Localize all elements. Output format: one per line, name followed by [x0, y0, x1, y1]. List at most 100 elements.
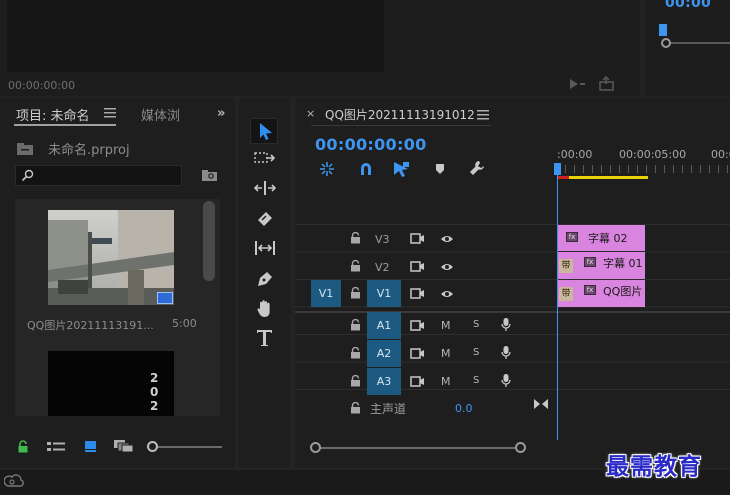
panel-menu-icon[interactable] — [104, 108, 116, 118]
slip-tool[interactable] — [253, 240, 277, 256]
source-timecode[interactable]: 00:00:00:00 — [8, 79, 75, 92]
a1-mic-icon[interactable] — [501, 317, 511, 332]
a1-solo-button[interactable]: S — [473, 319, 479, 330]
bin-area: QQ图片20211113191... 5:00 2 0 2 — [15, 199, 220, 416]
v1-sync-icon[interactable] — [410, 288, 425, 299]
a1-mute-button[interactable]: M — [441, 319, 451, 332]
lock-icon[interactable] — [17, 440, 29, 453]
search-input[interactable] — [38, 168, 178, 183]
clip-subtitle-02[interactable]: fx 字幕 02 — [557, 225, 645, 251]
freeform-view-icon[interactable] — [114, 440, 134, 453]
overwrite-icon[interactable] — [598, 76, 616, 92]
program-scroll-handle[interactable] — [661, 38, 671, 48]
tools-panel — [239, 98, 290, 468]
add-marker-icon[interactable] — [435, 163, 445, 175]
program-monitor: 00:00 — [645, 0, 730, 96]
v1-eye-icon[interactable] — [440, 289, 454, 299]
playhead-line[interactable] — [557, 175, 558, 440]
hand-tool[interactable] — [255, 299, 275, 319]
tab-media-browser[interactable]: 媒体浏 — [141, 105, 180, 124]
clip-type-icon — [157, 292, 173, 304]
track-v2-label[interactable]: V2 — [375, 261, 390, 274]
icon-view-icon[interactable] — [84, 440, 97, 453]
master-lock-icon[interactable] — [350, 402, 361, 414]
a2-sync-icon[interactable] — [410, 348, 425, 359]
a3-mute-button[interactable]: M — [441, 375, 451, 388]
a3-mic-icon[interactable] — [501, 373, 511, 388]
timeline-scrollbar[interactable] — [315, 447, 521, 449]
a3-lock-icon[interactable] — [350, 375, 361, 387]
program-timecode[interactable]: 00:00 — [665, 0, 711, 11]
a3-solo-button[interactable]: S — [473, 375, 479, 386]
v2-eye-icon[interactable] — [440, 262, 454, 272]
playhead-handle[interactable] — [554, 163, 561, 175]
track-v1-target[interactable]: V1 — [367, 280, 401, 307]
clip-thumbnail-photo[interactable] — [48, 210, 174, 305]
clip1-name: QQ图片20211113191... — [27, 319, 154, 332]
track-a2-target[interactable]: A2 — [367, 340, 401, 367]
project-panel: 项目: 未命名 媒体浏 » 未命名.prproj QQ图片20211113191… — [0, 98, 235, 468]
transition-badge[interactable]: 带 — [559, 259, 573, 273]
pen-tool[interactable] — [255, 269, 275, 289]
linked-selection-icon[interactable] — [393, 161, 411, 177]
zoom-slider-track[interactable] — [152, 446, 222, 448]
insert-icon[interactable] — [568, 77, 586, 91]
track-v3-label[interactable]: V3 — [375, 233, 390, 246]
sequence-tab-title[interactable]: QQ图片20211113191012 — [325, 106, 475, 123]
chevron-double-right-icon[interactable]: » — [217, 106, 225, 121]
new-bin-search-icon[interactable] — [201, 169, 218, 182]
razor-tool[interactable] — [255, 209, 275, 227]
track-select-tool[interactable] — [254, 150, 276, 166]
close-tab-icon[interactable]: × — [306, 107, 315, 120]
type-tool[interactable] — [256, 328, 274, 348]
bin-scrollbar[interactable] — [203, 201, 215, 281]
tab-project[interactable]: 项目: 未命名 — [16, 105, 90, 124]
ripple-edit-tool[interactable] — [254, 180, 276, 196]
program-scrollbar[interactable] — [661, 42, 730, 48]
track-a3-target[interactable]: A3 — [367, 368, 401, 395]
clip-thumbnail-text[interactable]: 2 0 2 — [48, 351, 174, 416]
clip-subtitle-02-label: 字幕 02 — [588, 232, 628, 245]
project-folder-icon — [16, 142, 34, 156]
list-view-icon[interactable] — [47, 441, 65, 453]
search-field[interactable] — [15, 165, 182, 186]
clip-subtitle-01[interactable]: 带 fx 字幕 01 — [557, 252, 645, 279]
a1-lock-icon[interactable] — [350, 319, 361, 331]
a2-lock-icon[interactable] — [350, 347, 361, 359]
v3-eye-icon[interactable] — [440, 234, 454, 244]
fx-badge-icon: fx — [584, 257, 596, 267]
wrench-icon[interactable] — [469, 160, 485, 176]
a2-solo-button[interactable]: S — [473, 347, 479, 358]
v3-sync-icon[interactable] — [410, 233, 425, 244]
source-patch-v1[interactable]: V1 — [311, 280, 341, 307]
master-volume-value[interactable]: 0.0 — [455, 402, 473, 415]
a1-sync-icon[interactable] — [410, 320, 425, 331]
clip1-duration: 5:00 — [172, 317, 197, 330]
clip-qq-image[interactable]: 带 fx QQ图片 — [557, 280, 645, 307]
work-area-bar[interactable] — [558, 176, 648, 179]
timeline-scroll-end[interactable] — [515, 442, 526, 453]
a3-sync-icon[interactable] — [410, 376, 425, 387]
snap-magnet-icon[interactable] — [358, 161, 374, 177]
transition-badge[interactable]: 带 — [559, 287, 573, 301]
selection-tool[interactable] — [250, 118, 278, 144]
go-to-edit-icon[interactable] — [533, 398, 549, 410]
watermark-logo: 最需教育 — [606, 453, 702, 480]
tab-underline — [311, 125, 491, 126]
a2-mic-icon[interactable] — [501, 345, 511, 360]
v2-lock-icon[interactable] — [350, 260, 361, 272]
sequence-menu-icon[interactable] — [477, 110, 489, 120]
timeline-scroll-start[interactable] — [310, 442, 321, 453]
track-a1-target[interactable]: A1 — [367, 312, 401, 339]
sequence-timecode[interactable]: 00:00:00:00 — [315, 135, 427, 154]
nest-toggle-icon[interactable] — [319, 161, 335, 177]
a2-mute-button[interactable]: M — [441, 347, 451, 360]
program-playhead[interactable] — [659, 24, 667, 36]
v3-lock-icon[interactable] — [350, 232, 361, 244]
zoom-slider-handle[interactable] — [147, 441, 158, 452]
v1-lock-icon[interactable] — [350, 287, 361, 299]
creative-cloud-icon[interactable] — [4, 474, 24, 488]
ruler-tick-2: 00:0 — [711, 148, 730, 161]
source-monitor: 00:00:00:00 — [0, 0, 640, 96]
v2-sync-icon[interactable] — [410, 261, 425, 272]
